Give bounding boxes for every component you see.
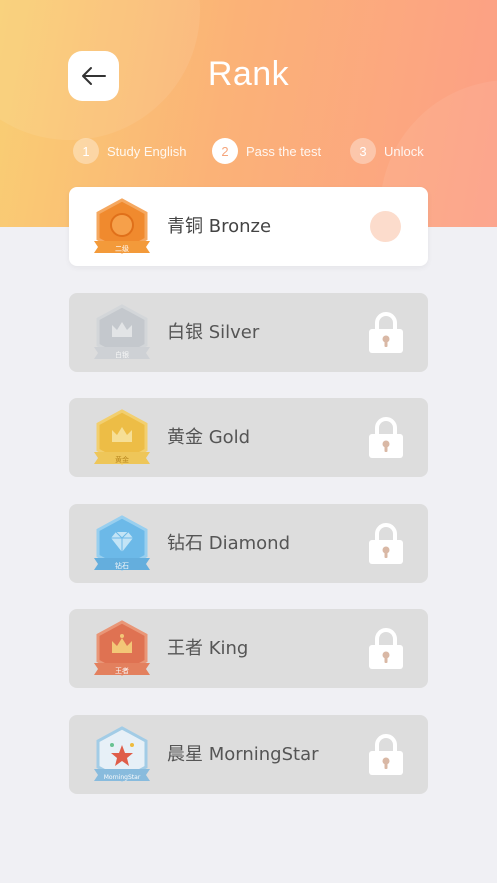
lock-icon	[369, 417, 403, 458]
step-label: Study English	[107, 143, 187, 159]
badge-ribbon-text: 二级	[115, 244, 129, 253]
step-label: Unlock	[384, 143, 424, 159]
step-study-english[interactable]: 1 Study English	[73, 138, 187, 164]
rank-card-diamond[interactable]: 钻石 钻石 Diamond	[69, 504, 428, 583]
step-number: 3	[350, 138, 376, 164]
lock-icon	[369, 523, 403, 564]
step-number: 1	[73, 138, 99, 164]
rank-name: 王者 King	[167, 638, 249, 659]
step-pass-the-test[interactable]: 2 Pass the test	[212, 138, 321, 164]
rank-card-morningstar[interactable]: MorningStar 晨星 MorningStar	[69, 715, 428, 794]
rank-name: 青铜 Bronze	[167, 216, 272, 237]
silver-badge-icon: 白银	[94, 304, 150, 360]
badge-ribbon-text: MorningStar	[104, 774, 141, 781]
badge-ribbon-text: 白银	[115, 350, 129, 359]
lock-icon	[369, 312, 403, 353]
rank-name: 白银 Silver	[167, 322, 260, 343]
lock-icon	[369, 734, 403, 775]
lock-icon	[369, 628, 403, 669]
bronze-badge-icon: 二级	[94, 198, 150, 254]
rank-card-gold[interactable]: 黄金 黄金 Gold	[69, 398, 428, 477]
rank-card-king[interactable]: 王者 王者 King	[69, 609, 428, 688]
badge-ribbon-text: 王者	[115, 667, 129, 675]
rank-name: 晨星 MorningStar	[167, 744, 319, 765]
badge-ribbon-text: 黄金	[115, 455, 129, 464]
morningstar-badge-icon: MorningStar	[94, 726, 150, 782]
rank-card-bronze[interactable]: 二级 青铜 Bronze	[69, 187, 428, 266]
rank-name: 黄金 Gold	[167, 427, 251, 448]
gold-badge-icon: 黄金	[94, 409, 150, 465]
step-number: 2	[212, 138, 238, 164]
progress-steps: 1 Study English 2 Pass the test 3 Unlock	[0, 138, 497, 166]
step-unlock[interactable]: 3 Unlock	[350, 138, 424, 164]
step-label: Pass the test	[246, 143, 322, 159]
badge-ribbon-text: 钻石	[115, 561, 129, 570]
page-title: Rank	[207, 55, 290, 93]
rank-card-silver[interactable]: 白银 白银 Silver	[69, 293, 428, 372]
rank-name: 钻石 Diamond	[167, 533, 290, 554]
current-rank-indicator	[370, 211, 401, 242]
diamond-badge-icon: 钻石	[94, 515, 150, 571]
king-badge-icon: 王者	[94, 620, 150, 676]
